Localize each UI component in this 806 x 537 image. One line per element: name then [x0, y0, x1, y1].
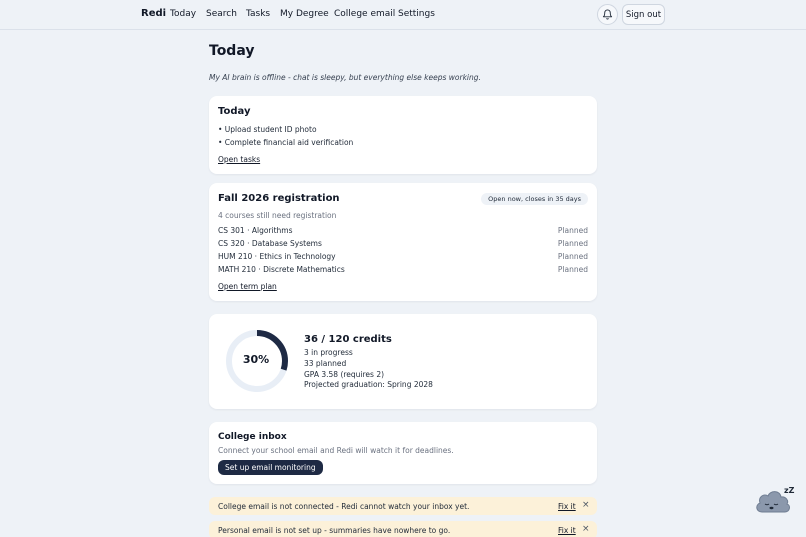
- college-inbox-card: College inbox Connect your school email …: [209, 422, 597, 484]
- course-status: Planned: [557, 252, 588, 261]
- planned-count: 33 planned: [304, 359, 347, 368]
- nav-link-today[interactable]: Today: [170, 9, 196, 19]
- task-item: • Upload student ID photo: [218, 125, 317, 134]
- registration-subtitle: 4 courses still need registration: [218, 211, 337, 220]
- assistant-mascot-button[interactable]: zZ: [754, 484, 796, 520]
- course-name: HUM 210 · Ethics in Technology: [218, 252, 336, 261]
- personal-email-warning-banner: Personal email is not set up - summaries…: [209, 521, 597, 537]
- credits-count: 36 / 120 credits: [304, 334, 392, 345]
- nav-link-college-email[interactable]: College email: [334, 9, 395, 19]
- college-inbox-subtitle: Connect your school email and Redi will …: [218, 446, 454, 455]
- open-tasks-link[interactable]: Open tasks: [218, 155, 260, 164]
- nav-link-search[interactable]: Search: [206, 9, 237, 19]
- course-name: MATH 210 · Discrete Mathematics: [218, 265, 345, 274]
- registration-card: Fall 2026 registration Open now, closes …: [209, 183, 597, 301]
- sleep-text: zZ: [784, 486, 795, 495]
- college-email-warning-banner: College email is not connected - Redi ca…: [209, 497, 597, 515]
- nav-link-my-degree[interactable]: My Degree: [280, 9, 329, 19]
- open-term-plan-link[interactable]: Open term plan: [218, 282, 277, 291]
- in-progress-count: 3 in progress: [304, 348, 353, 357]
- top-nav: Redi Today Search Tasks My Degree Colleg…: [0, 0, 806, 30]
- fix-it-link[interactable]: Fix it: [558, 526, 576, 535]
- degree-progress-card: 30% 36 / 120 credits 3 in progress 33 pl…: [209, 314, 597, 409]
- close-icon[interactable]: ×: [582, 500, 590, 510]
- course-status: Planned: [557, 239, 588, 248]
- progress-percent: 30%: [242, 353, 270, 366]
- today-card-title: Today: [218, 106, 251, 117]
- course-name: CS 320 · Database Systems: [218, 239, 322, 248]
- nav-link-settings[interactable]: Settings: [398, 9, 435, 19]
- task-item: • Complete financial aid verification: [218, 138, 354, 147]
- registration-status-badge: Open now, closes in 35 days: [481, 193, 588, 205]
- sign-out-button[interactable]: Sign out: [622, 4, 665, 25]
- page-title: Today: [209, 43, 255, 59]
- brand-logo[interactable]: Redi: [141, 8, 166, 19]
- offline-notice: My AI brain is offline - chat is sleepy,…: [209, 73, 481, 82]
- today-card: Today • Upload student ID photo • Comple…: [209, 96, 597, 174]
- setup-email-monitoring-button[interactable]: Set up email monitoring: [218, 460, 323, 475]
- course-status: Planned: [557, 265, 588, 274]
- bell-icon: [602, 9, 613, 20]
- registration-title: Fall 2026 registration: [218, 193, 340, 204]
- course-name: CS 301 · Algorithms: [218, 226, 293, 235]
- nav-link-tasks[interactable]: Tasks: [246, 9, 270, 19]
- college-inbox-title: College inbox: [218, 432, 287, 442]
- close-icon[interactable]: ×: [582, 524, 590, 534]
- course-status: Planned: [557, 226, 588, 235]
- gpa-value: GPA 3.58 (requires 2): [304, 370, 385, 379]
- projected-graduation: Projected graduation: Spring 2028: [304, 380, 433, 389]
- fix-it-link[interactable]: Fix it: [558, 502, 576, 511]
- sleeping-cloud-icon: zZ: [756, 486, 795, 513]
- banner-message: College email is not connected - Redi ca…: [218, 502, 470, 511]
- banner-message: Personal email is not set up - summaries…: [218, 526, 451, 535]
- notifications-button[interactable]: [597, 4, 618, 25]
